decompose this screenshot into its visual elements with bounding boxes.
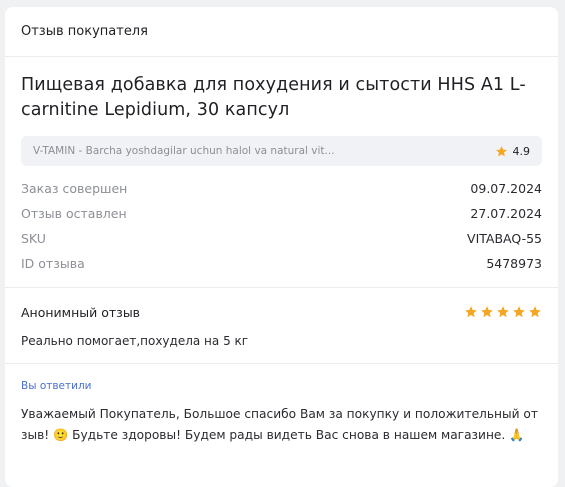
- customer-review: Анонимный отзыв Реально помогает,похудел…: [5, 288, 558, 363]
- review-card: Отзыв покупателя Пищевая добавка для пох…: [5, 7, 558, 487]
- detail-label: Заказ совершен: [21, 181, 128, 196]
- card-title: Отзыв покупателя: [21, 24, 148, 39]
- review-author: Анонимный отзыв: [21, 304, 141, 320]
- detail-row-review-id: ID отзыва 5478973: [21, 251, 542, 276]
- detail-row-order-date: Заказ совершен 09.07.2024: [21, 176, 542, 201]
- review-text: Реально помогает,похудела на 5 кг: [21, 334, 249, 348]
- detail-value: 5478973: [486, 256, 542, 271]
- star-icon: [481, 306, 493, 318]
- detail-label: ID отзыва: [21, 256, 85, 271]
- card-header: Отзыв покупателя: [5, 7, 558, 57]
- shop-name: V-TAMIN - Barcha yoshdagilar uchun halol…: [33, 145, 335, 157]
- reply-label: Вы ответили: [21, 380, 92, 392]
- detail-label: SKU: [21, 231, 46, 246]
- product-title[interactable]: Пищевая добавка для похудения и сытости …: [21, 73, 542, 123]
- shop-bar[interactable]: V-TAMIN - Barcha yoshdagilar uchun halol…: [21, 136, 542, 166]
- star-icon: [513, 306, 525, 318]
- detail-value: VITABAQ-55: [467, 231, 542, 246]
- shop-rating-value: 4.9: [512, 144, 531, 158]
- star-icon: [495, 145, 507, 156]
- review-rating-stars: [464, 305, 542, 319]
- detail-row-review-date: Отзыв оставлен 27.07.2024: [21, 201, 542, 226]
- shop-rating: 4.9: [495, 144, 531, 158]
- detail-value: 27.07.2024: [470, 206, 542, 221]
- star-icon: [529, 306, 541, 318]
- detail-value: 09.07.2024: [470, 181, 542, 196]
- detail-row-sku: SKU VITABAQ-55: [21, 226, 542, 251]
- seller-reply: Вы ответили Уважаемый Покупатель, Большо…: [5, 364, 558, 445]
- star-icon: [465, 306, 477, 318]
- reply-text: Уважаемый Покупатель, Большое спасибо Ва…: [21, 407, 538, 442]
- details-list: Заказ совершен 09.07.2024 Отзыв оставлен…: [21, 176, 542, 276]
- detail-label: Отзыв оставлен: [21, 206, 127, 221]
- star-icon: [497, 306, 509, 318]
